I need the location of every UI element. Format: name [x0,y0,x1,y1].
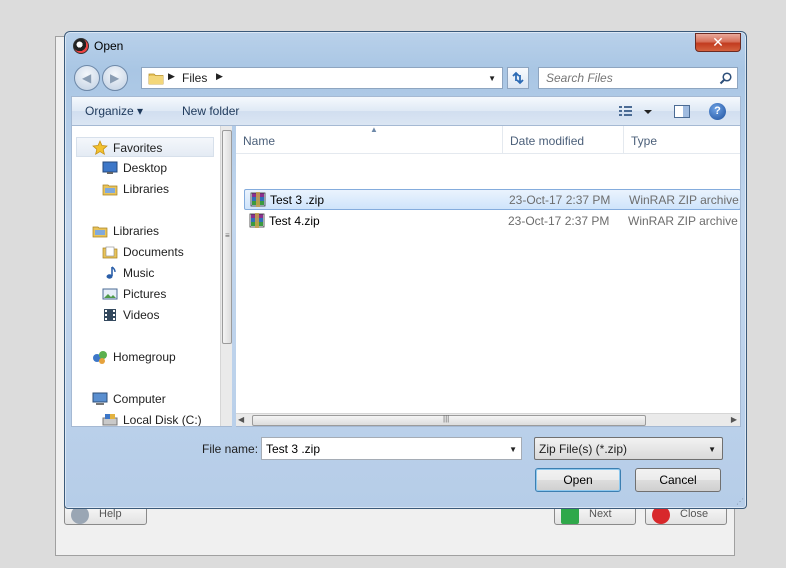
music-icon [106,266,116,279]
refresh-icon [512,71,524,85]
forward-button[interactable]: ▶ [102,65,128,91]
preview-pane-icon[interactable] [673,103,691,120]
breadcrumb-separator-icon[interactable]: ▶ [168,71,175,82]
file-date-modified: 23-Oct-17 2:37 PM [509,193,611,207]
command-toolbar: Organize ▾ New folder ? [71,96,741,126]
column-header-date-modified[interactable]: Date modified [503,126,624,154]
scroll-right-icon[interactable]: ▶ [731,415,737,424]
file-type-select[interactable]: Zip File(s) (*.zip) ▼ [534,437,723,460]
desktop-icon [102,161,118,174]
column-header-type[interactable]: Type [624,126,740,154]
libraries-icon [102,184,118,196]
resize-grip-icon[interactable]: ⋰ [736,497,744,506]
file-type: WinRAR ZIP archive [628,214,738,228]
file-name: Test 3 .zip [270,193,325,207]
navigation-scroll-thumb[interactable]: ≡ [222,130,232,344]
videos-icon [104,309,116,321]
nav-item-favorites[interactable]: Favorites [76,137,214,157]
nav-item-label: Music [123,266,155,280]
background-help-label: Help [99,508,122,520]
nav-item-label: Documents [123,245,184,259]
navigation-pane: Favorites Desktop Libraries Libraries Do… [71,126,232,427]
star-icon [92,140,108,156]
grip-icon: ||| [443,414,450,423]
file-name-combobox[interactable]: ▼ [261,437,522,460]
winrar-archive-icon [250,192,266,207]
column-header-label: Name [243,134,276,148]
folder-icon [148,73,164,85]
organize-menu-button[interactable]: Organize ▾ [85,104,143,118]
help-icon[interactable]: ? [709,103,726,120]
back-arrow-icon: ◀ [82,71,92,85]
horizontal-scroll-thumb[interactable]: ||| [252,414,646,426]
pictures-icon [102,288,118,300]
nav-item-label: Videos [123,308,160,322]
address-bar[interactable]: ▶ Files ▶ ▼ [141,67,503,89]
navigation-scrollbar[interactable]: ≡ [220,126,232,426]
search-icon[interactable] [719,72,732,85]
new-folder-button[interactable]: New folder [182,104,239,118]
close-button[interactable]: ✕ [695,33,741,52]
file-row[interactable]: Test 3 .zip 23-Oct-17 2:37 PM WinRAR ZIP… [244,189,740,210]
file-name: Test 4.zip [269,214,320,228]
chevron-down-icon[interactable]: ▼ [509,445,517,454]
chevron-down-icon: ▼ [708,445,716,454]
nav-item-label: Libraries [123,182,170,196]
homegroup-icon [93,351,107,364]
nav-item-label: Homegroup [113,350,176,364]
back-button[interactable]: ◀ [74,65,100,91]
documents-icon [102,246,118,259]
nav-item-label: Desktop [123,161,168,175]
column-header-name[interactable]: ▲ Name [236,126,503,154]
computer-icon [92,392,108,405]
search-input[interactable] [539,68,714,88]
background-close-label: Close [680,508,709,520]
file-name-label: File name: [202,442,259,456]
scroll-left-icon[interactable]: ◀ [238,415,244,424]
nav-item-label: Favorites [113,141,163,155]
address-dropdown-icon[interactable]: ▼ [488,74,496,83]
breadcrumb-files[interactable]: Files [182,71,207,85]
file-row[interactable]: Test 4.zip 23-Oct-17 2:37 PM WinRAR ZIP … [244,211,740,232]
winrar-archive-icon [249,213,265,228]
nav-item-label: Computer [113,392,166,406]
grip-icon: ≡ [225,231,230,240]
file-date-modified: 23-Oct-17 2:37 PM [508,214,610,228]
refresh-button[interactable] [507,67,529,89]
title-bar[interactable]: Open ✕ [65,32,746,60]
dialog-title: Open [94,39,124,53]
libraries-icon [92,226,108,238]
horizontal-scrollbar[interactable]: ◀ ||| ▶ [236,413,740,426]
breadcrumb-separator-icon[interactable]: ▶ [216,71,223,82]
column-header-label: Date modified [510,134,585,148]
nav-item-label: Libraries [113,224,160,238]
change-view-icon[interactable] [617,103,659,120]
file-type-selected-value: Zip File(s) (*.zip) [539,442,628,456]
background-next-label: Next [589,508,612,520]
sort-ascending-icon: ▲ [370,126,378,134]
nav-item-label: Pictures [123,287,167,301]
file-type: WinRAR ZIP archive [629,193,739,207]
search-box[interactable] [538,67,738,89]
forward-arrow-icon: ▶ [110,71,120,85]
cancel-button[interactable]: Cancel [635,468,721,492]
file-list-pane: ▲ Name Date modified Type Test 3 .zip 23… [236,126,741,427]
column-header: ▲ Name Date modified Type [236,126,740,154]
open-file-dialog: Open ✕ ◀ ▶ ▶ Files ▶ ▼ Organize ▾ New fo [64,31,747,509]
file-name-input[interactable] [262,438,500,459]
nav-item-label: Local Disk (C:) [123,413,202,427]
open-button[interactable]: Open [535,468,621,492]
column-header-label: Type [631,134,658,148]
app-logo-icon [73,38,89,54]
local-disk-icon [102,414,118,426]
